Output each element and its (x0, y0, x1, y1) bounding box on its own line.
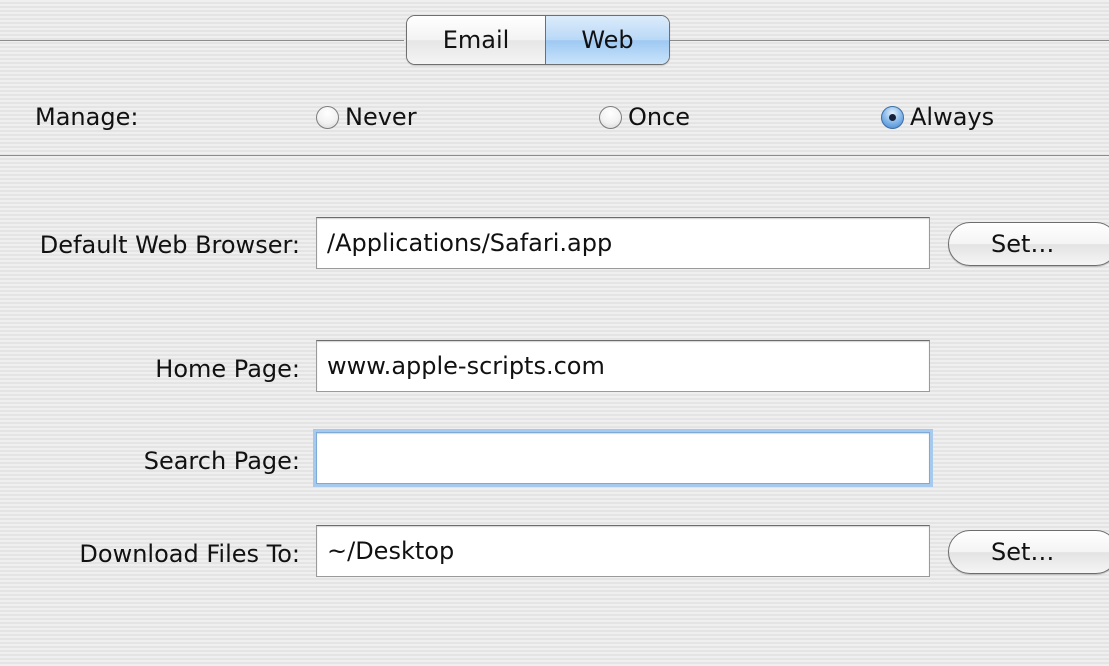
default-browser-field[interactable] (316, 217, 930, 269)
radio-always-icon (881, 105, 904, 129)
search-page-field[interactable] (316, 432, 930, 484)
radio-never-icon (316, 105, 339, 129)
tab-web[interactable]: Web (546, 16, 669, 64)
default-browser-label: Default Web Browser: (39, 231, 300, 259)
download-folder-field[interactable] (316, 525, 930, 577)
top-separator-right (670, 40, 1109, 41)
search-page-label: Search Page: (143, 447, 300, 475)
radio-always[interactable]: Always (881, 100, 994, 134)
radio-never[interactable]: Never (316, 100, 417, 134)
tab-control: Email Web (406, 15, 670, 65)
radio-selected-dot-icon (889, 113, 896, 121)
radio-once-icon (599, 105, 622, 129)
radio-once-label: Once (628, 103, 691, 131)
radio-always-label: Always (910, 103, 995, 131)
top-separator-left (0, 40, 404, 41)
home-page-label: Home Page: (155, 355, 300, 383)
home-page-field[interactable] (316, 340, 930, 392)
set-download-button[interactable]: Set… (948, 530, 1109, 574)
radio-once[interactable]: Once (599, 100, 690, 134)
radio-never-label: Never (345, 103, 417, 131)
manage-label: Manage: (35, 103, 139, 131)
set-browser-button[interactable]: Set… (948, 222, 1109, 266)
section-separator (0, 155, 1109, 156)
download-label: Download Files To: (79, 540, 300, 568)
tab-email[interactable]: Email (407, 16, 546, 64)
